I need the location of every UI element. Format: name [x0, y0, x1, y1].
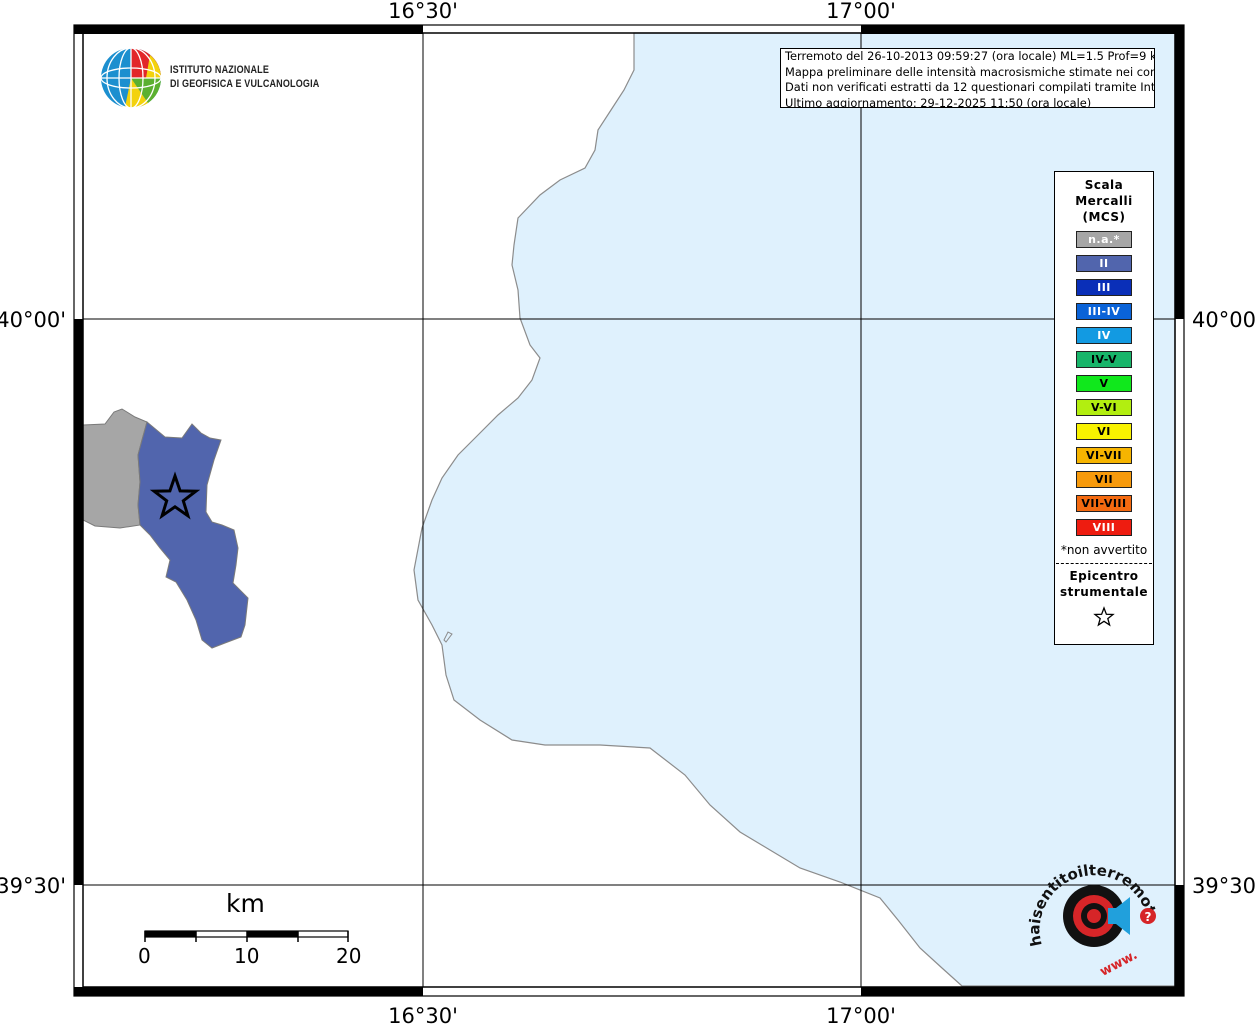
legend-swatch: V	[1076, 375, 1132, 392]
legend-title-line-1: Scala	[1084, 178, 1124, 192]
logo-line-2: DI GEOFISICA E VULCANOLOGIA	[170, 78, 320, 90]
event-info-box: Terremoto del 26-10-2013 09:59:27 (ora l…	[780, 48, 1155, 108]
legend-swatch: IV	[1076, 327, 1132, 344]
municipality-intensity-II	[137, 421, 249, 649]
scale-bar-unit: km	[226, 889, 265, 918]
legend-items: n.a.* II III III-IV IV IV-V V V-VI VI VI-VII VII VI…	[1055, 231, 1153, 536]
scale-bar-label-20: 20	[336, 944, 362, 968]
legend-swatch: II	[1076, 255, 1132, 272]
legend-title-line-3: (MCS)	[1082, 210, 1126, 224]
event-info-line-3: Dati non verificati estratti da 12 quest…	[785, 80, 1155, 94]
lon-label-top-1: 16°30'	[388, 0, 458, 23]
lat-label-right-1: 40°00'	[1192, 308, 1256, 332]
event-info-line-4: Ultimo aggiornamento: 29-12-2025 11:50 (…	[785, 95, 1092, 108]
legend-swatch: III-IV	[1076, 303, 1132, 320]
legend-note: *non avvertito	[1060, 543, 1148, 557]
lat-label-right-2: 39°30'	[1192, 874, 1256, 898]
legend-swatch: VI-VII	[1076, 447, 1132, 464]
scale-bar-label-10: 10	[234, 944, 260, 968]
legend-swatch: V-VI	[1076, 399, 1132, 416]
lat-label-left-2: 39°30'	[0, 874, 66, 898]
legend-epicenter-line-1: Epicentro	[1069, 569, 1139, 583]
legend-swatch: n.a.*	[1076, 231, 1132, 248]
legend-epicenter-line-2: strumentale	[1059, 585, 1149, 599]
lon-label-bottom-2: 17°00'	[826, 1004, 896, 1024]
legend-separator	[1056, 563, 1152, 564]
ingv-logo-text: ISTITUTO NAZIONALE DI GEOFISICA E VULCAN…	[170, 63, 319, 91]
scale-bar	[144, 930, 349, 942]
mcs-legend: Scala Mercalli (MCS) n.a.* II III III-IV IV I…	[1054, 171, 1154, 645]
logo-line-1: ISTITUTO NAZIONALE	[170, 64, 270, 76]
legend-swatch: VII	[1076, 471, 1132, 488]
legend-epicenter-label: Epicentro strumentale	[1055, 568, 1153, 600]
legend-swatch: IV-V	[1076, 351, 1132, 368]
legend-swatch: VIII	[1076, 519, 1132, 536]
scale-bar-label-0: 0	[138, 944, 151, 968]
lon-label-bottom-1: 16°30'	[388, 1004, 458, 1024]
ingv-globe-logo	[100, 47, 162, 109]
legend-swatch: VII-VIII	[1076, 495, 1132, 512]
event-info-line-2: Mappa preliminare delle intensità macros…	[785, 64, 1155, 79]
event-info-line-1: Terremoto del 26-10-2013 09:59:27 (ora l…	[785, 49, 1155, 63]
legend-swatch: III	[1076, 279, 1132, 296]
municipality-na	[82, 408, 148, 529]
legend-star-icon	[1055, 606, 1153, 632]
lat-label-left-1: 40°00'	[0, 308, 66, 332]
brand-question: ?	[1145, 910, 1152, 924]
lon-label-top-2: 17°00'	[826, 0, 896, 23]
legend-title: Scala Mercalli (MCS)	[1055, 177, 1153, 225]
legend-title-line-2: Mercalli	[1075, 194, 1133, 208]
legend-swatch: VI	[1076, 423, 1132, 440]
